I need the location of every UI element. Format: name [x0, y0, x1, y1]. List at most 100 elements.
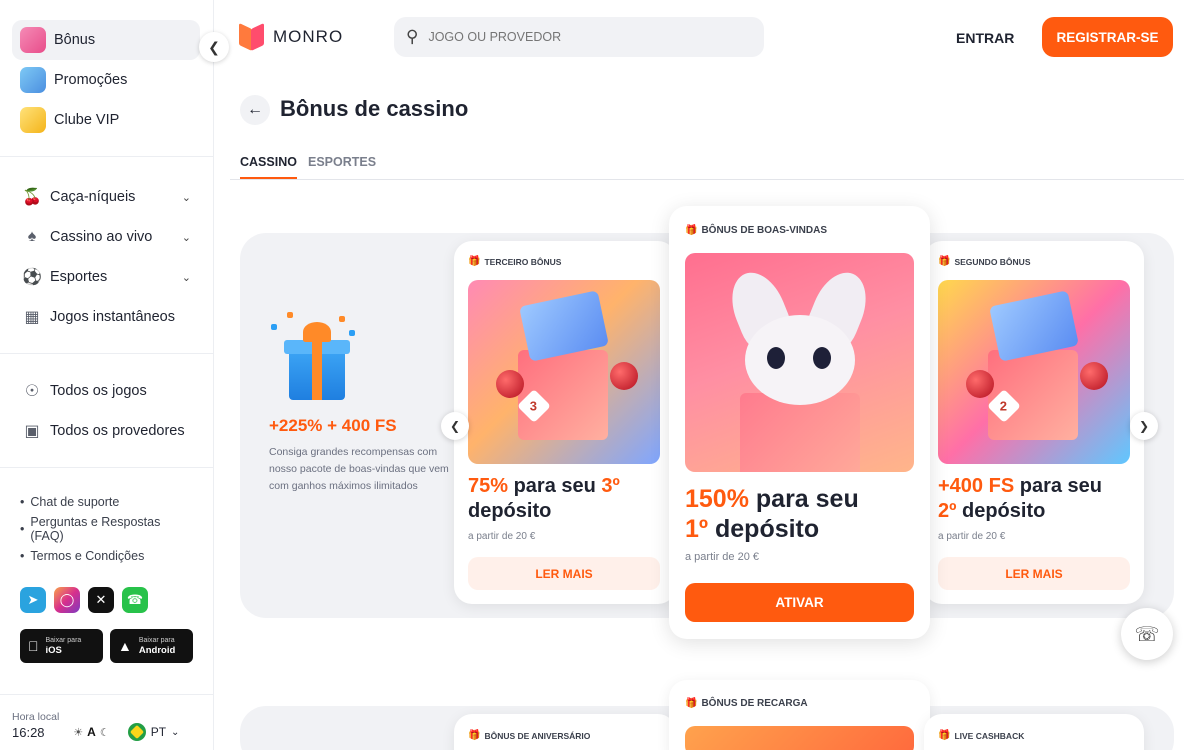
card-tag-label: BÔNUS DE RECARGA: [701, 698, 808, 709]
sidebar-item-all-games[interactable]: ☉ Todos os jogos: [12, 371, 201, 411]
android-icon: ▲: [118, 638, 132, 654]
language-selector[interactable]: PT ⌄: [127, 723, 180, 741]
header: MONRO ⚲ ENTRAR REGISTRAR-SE: [214, 0, 1200, 75]
collapse-sidebar-button[interactable]: ❮: [199, 32, 229, 62]
sidebar-item-live-casino[interactable]: ♠ Cassino ao vivo ⌄: [12, 217, 201, 257]
card-title-text: depósito: [956, 500, 1046, 522]
local-time-label: Hora local: [12, 711, 60, 723]
telegram-icon[interactable]: ➤: [20, 587, 46, 613]
whatsapp-icon[interactable]: ☎: [122, 587, 148, 613]
gift-icon: [20, 27, 46, 53]
sidebar-item-label: Todos os jogos: [50, 383, 147, 399]
card-title-highlight: 150%: [685, 485, 749, 513]
card-tag-label: SEGUNDO BÔNUS: [954, 256, 1031, 267]
card-title-highlight: 3º: [601, 475, 620, 497]
sidebar-item-label: Esportes: [50, 269, 108, 285]
sidebar-item-sports[interactable]: ⚽ Esportes ⌄: [12, 257, 201, 297]
apple-icon: : [28, 638, 39, 654]
read-more-button[interactable]: LER MAIS: [938, 557, 1130, 590]
moon-icon[interactable]: ☾: [100, 726, 110, 739]
sidebar-item-label: Bônus: [54, 32, 96, 48]
sidebar-nav: 🍒 Caça-níqueis ⌄ ♠ Cassino ao vivo ⌄ ⚽ E…: [0, 157, 213, 353]
bonus-image-second: 2: [938, 280, 1130, 464]
sidebar: Bônus Promoções Clube VIP 🍒 Caça-níqueis…: [0, 0, 214, 750]
card-minimum: a partir de 20 €: [468, 531, 536, 542]
card-tag: 🎁 BÔNUS DE RECARGA: [685, 698, 808, 709]
intro-title: +225% + 400 FS: [269, 416, 397, 435]
logo[interactable]: MONRO: [239, 24, 343, 50]
search-icon: ⚲: [406, 27, 419, 46]
theme-switcher[interactable]: ☀ A ☾: [73, 725, 109, 739]
sidebar-item-label: Promoções: [54, 72, 128, 88]
brazil-flag-icon: [127, 723, 146, 741]
card-badge-number: 2: [1000, 398, 1008, 414]
chevron-right-icon: ❯: [1138, 419, 1150, 433]
card-title: +400 FS para seu 2º depósito: [938, 474, 1138, 524]
app-downloads:  Baixar para iOS ▲ Baixar para Android: [0, 613, 213, 663]
intro-text: Consiga grandes recompensas com nosso pa…: [269, 446, 449, 492]
search-input[interactable]: [428, 30, 729, 44]
register-button[interactable]: REGISTRAR-SE: [1042, 17, 1173, 57]
chevron-left-icon: ❮: [208, 38, 220, 55]
read-more-button[interactable]: LER MAIS: [468, 557, 660, 590]
card-tag: 🎁 BÔNUS DE ANIVERSÁRIO: [468, 730, 590, 741]
sidebar-item-label: Todos os provedores: [50, 423, 185, 439]
crown-icon: [20, 107, 46, 133]
card-badge-number: 3: [530, 398, 538, 414]
card-tag-label: TERCEIRO BÔNUS: [484, 256, 562, 267]
arrow-left-icon: ←: [247, 101, 263, 118]
card-minimum: a partir de 20 €: [938, 531, 1006, 542]
sidebar-item-label: Caça-níqueis: [50, 189, 136, 205]
theme-auto[interactable]: A: [87, 725, 96, 739]
search-bar[interactable]: ⚲: [394, 17, 764, 57]
support-chat-button[interactable]: ☏: [1121, 608, 1173, 660]
instagram-icon[interactable]: ◯: [54, 587, 80, 613]
app-small-label: Baixar para: [35, 637, 82, 644]
sidebar-item-all-providers[interactable]: ▣ Todos os provedores: [12, 411, 201, 451]
carousel-prev-button[interactable]: ❮: [441, 412, 469, 440]
activate-button[interactable]: ATIVAR: [685, 583, 914, 622]
bar-chart-icon: ▦: [24, 309, 40, 326]
dealer-icon: ♠: [27, 228, 37, 245]
headset-icon: ☏: [1134, 623, 1160, 646]
card-tag: 🎁 SEGUNDO BÔNUS: [938, 256, 1031, 267]
chevron-down-icon: ⌄: [171, 726, 180, 738]
link-support-chat[interactable]: Chat de suporte: [20, 488, 193, 515]
login-button[interactable]: ENTRAR: [956, 30, 1014, 46]
tabs: CASSINO ESPORTES: [230, 150, 1184, 180]
page-title: Bônus de cassino: [280, 96, 469, 121]
gift-icon: 🎁: [468, 730, 481, 741]
sidebar-item-bonus[interactable]: Bônus: [12, 20, 200, 60]
sidebar-item-instant-games[interactable]: ▦ Jogos instantâneos: [12, 297, 201, 337]
logo-text: MONRO: [273, 27, 344, 46]
local-time-value: 16:28: [12, 725, 45, 740]
carousel-next-button[interactable]: ❯: [1130, 412, 1158, 440]
card-tag-label: BÔNUS DE BOAS-VINDAS: [701, 225, 828, 236]
sidebar-item-label: Clube VIP: [54, 112, 120, 128]
ios-download-button[interactable]:  Baixar para iOS: [20, 629, 103, 663]
x-icon[interactable]: ✕: [88, 587, 114, 613]
link-faq[interactable]: Perguntas e Respostas (FAQ): [20, 515, 193, 543]
app-big-label: Android: [138, 645, 176, 656]
card-title-text: para seu: [508, 475, 602, 497]
gift-icon: 🎁: [468, 256, 481, 267]
android-download-button[interactable]: ▲ Baixar para Android: [110, 629, 193, 663]
chevron-left-icon: ❮: [449, 419, 461, 433]
link-terms[interactable]: Termos e Condições: [20, 542, 193, 569]
chevron-down-icon: ⌄: [181, 271, 191, 284]
sidebar-item-promotions[interactable]: Promoções: [12, 60, 201, 100]
back-button[interactable]: ←: [240, 95, 270, 125]
sidebar-item-slots[interactable]: 🍒 Caça-níqueis ⌄: [12, 177, 201, 217]
tab-casino[interactable]: CASSINO: [240, 155, 297, 179]
card-tag: 🎁 TERCEIRO BÔNUS: [468, 256, 561, 267]
app-big-label: iOS: [35, 645, 62, 656]
tab-sports[interactable]: ESPORTES: [308, 155, 376, 169]
language-code: PT: [150, 725, 167, 739]
card-title-highlight: 1º: [685, 515, 709, 543]
sun-icon[interactable]: ☀: [73, 726, 83, 739]
card-tag-label: LIVE CASHBACK: [954, 730, 1025, 741]
card-title-text: para seu: [1014, 475, 1102, 497]
bonus-image-third: 3: [468, 280, 660, 464]
sidebar-links: Chat de suporte Perguntas e Respostas (F…: [0, 468, 213, 569]
sidebar-item-vip[interactable]: Clube VIP: [12, 100, 201, 140]
